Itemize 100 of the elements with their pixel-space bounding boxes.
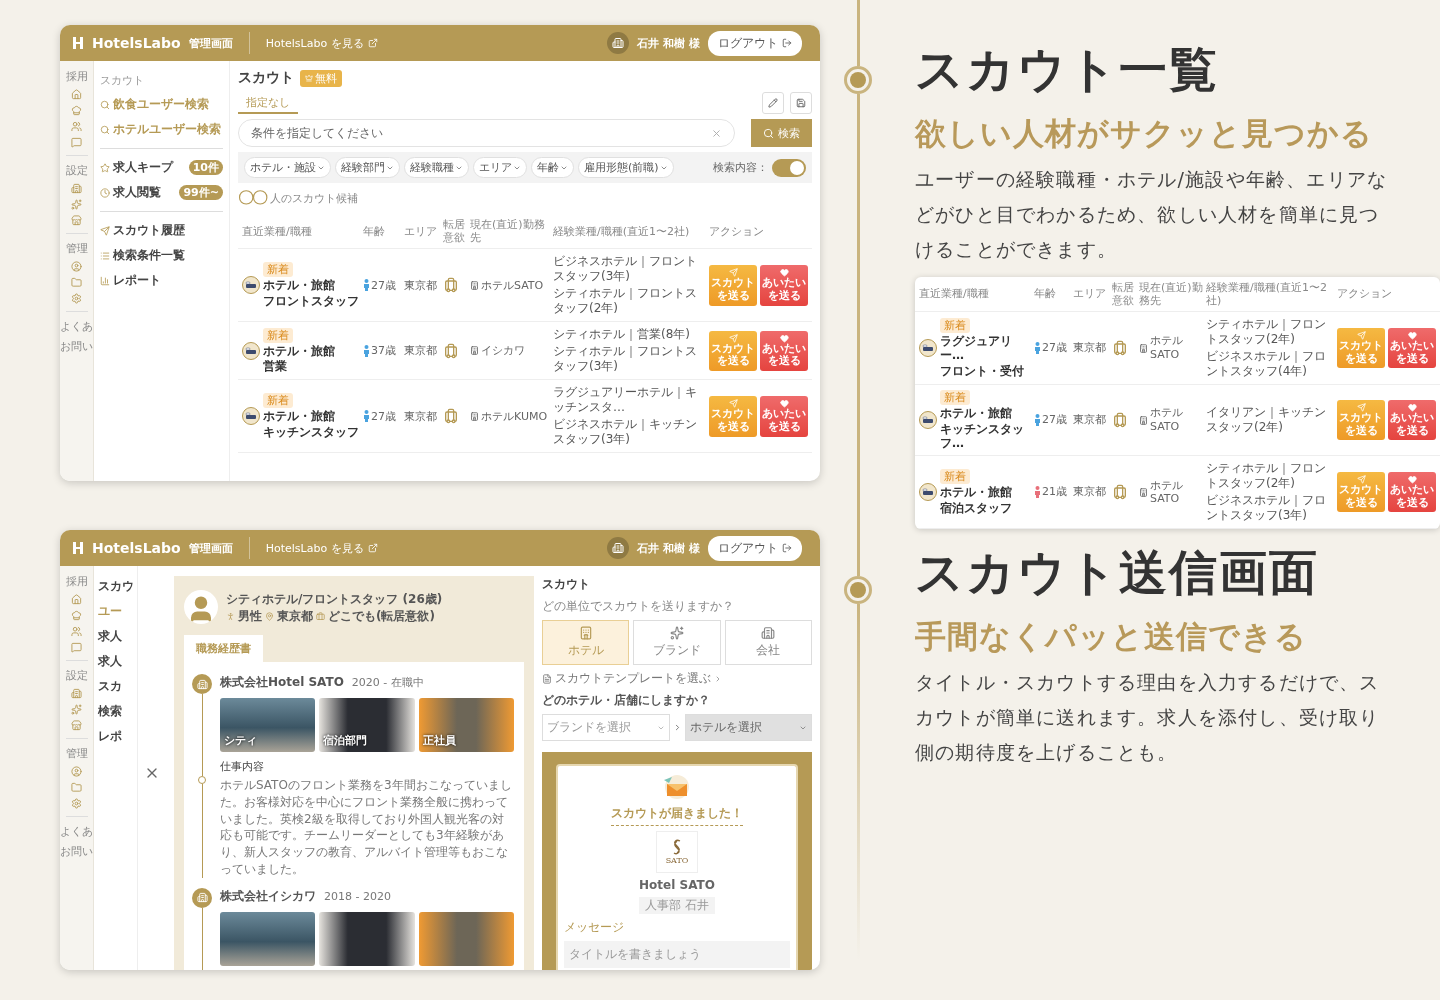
rail-link[interactable]: よくあ: [60, 824, 93, 839]
filter-dropdown[interactable]: 経験職種: [404, 157, 469, 178]
column-header: 経験業種/職種(直近1〜2社): [553, 224, 691, 238]
folder-icon[interactable]: [71, 782, 82, 793]
sidebar-item[interactable]: 求人: [98, 628, 133, 645]
employer-text: ホテルSATO: [1150, 406, 1184, 434]
users-icon[interactable]: [71, 121, 82, 132]
save-button[interactable]: [790, 92, 812, 114]
logout-button[interactable]: ログアウト: [708, 535, 802, 561]
scout-button[interactable]: スカウト を送る: [1337, 400, 1385, 441]
rail-link[interactable]: お問い: [60, 844, 93, 859]
list-icon: [100, 250, 110, 261]
column-header: 直近業種/職種: [242, 224, 313, 238]
avatar-silhouette: [184, 589, 218, 624]
bed-icon: [242, 407, 260, 426]
logo-icon: [72, 36, 84, 50]
settings-icon[interactable]: [71, 798, 82, 809]
sidebar-item[interactable]: 求人閲覧 99件~: [100, 184, 223, 201]
sidebar-item[interactable]: ユー: [98, 603, 133, 620]
sidebar-item[interactable]: 検索条件一覧: [100, 247, 223, 264]
new-tag: 新着: [263, 393, 293, 409]
sidebar-item[interactable]: スカウト履歴: [100, 222, 223, 239]
chat-icon[interactable]: [71, 642, 82, 653]
rail-label: 管理: [65, 241, 88, 256]
column-header: 現在(直近)勤務先: [470, 218, 546, 245]
meet-button[interactable]: あいたい を送る: [760, 396, 808, 437]
building-icon[interactable]: [71, 688, 82, 699]
site-link[interactable]: HotelsLabo を見る: [265, 35, 378, 51]
meet-button[interactable]: あいたい を送る: [1388, 400, 1436, 441]
rail-link[interactable]: よくあ: [60, 319, 93, 334]
search-button[interactable]: 検索: [751, 119, 812, 147]
settings-icon[interactable]: [71, 293, 82, 304]
meet-button[interactable]: あいたい を送る: [760, 265, 808, 306]
scout-button[interactable]: スカウト を送る: [709, 330, 757, 371]
unit-option[interactable]: ホテル: [542, 620, 630, 665]
section-description: タイトル・スカウトする理由を入力するだけで、スカウトが簡単に送れます。求人を添付し、受け取り側の期待度を上げることも。: [915, 669, 1381, 765]
users-icon[interactable]: [71, 626, 82, 637]
chef-hat-icon[interactable]: [71, 105, 82, 116]
chat-icon[interactable]: [71, 137, 82, 148]
hotel-icon: [578, 626, 593, 640]
sidebar-item[interactable]: スカウ: [98, 578, 133, 595]
template-link[interactable]: スカウトテンプレートを選ぶ: [542, 670, 812, 687]
sidebar-item[interactable]: 飲食ユーザー検索: [100, 96, 223, 113]
sidebar-item[interactable]: 求人: [98, 653, 133, 670]
sidebar-item[interactable]: ホテルユーザー検索: [100, 121, 223, 138]
building-icon: [470, 280, 479, 290]
unit-option[interactable]: 会社: [724, 620, 812, 665]
photo-caption: シティ: [224, 733, 257, 748]
rail-link[interactable]: お問い: [60, 339, 93, 354]
user-icon[interactable]: [71, 261, 82, 272]
paper-plane-icon: [1356, 403, 1366, 413]
sidebar-item[interactable]: レポ: [98, 728, 133, 745]
sidebar-item[interactable]: 求人キープ 10件: [100, 159, 223, 176]
user-icon[interactable]: [71, 766, 82, 777]
experience-text: シティホテル｜営業(8年): [553, 327, 691, 343]
scout-button[interactable]: スカウト を送る: [709, 265, 757, 306]
suitcase-icon: [1112, 484, 1128, 501]
tab[interactable]: 職務経歴書: [184, 635, 263, 662]
filter-dropdown[interactable]: エリア: [473, 157, 527, 178]
filter-dropdown[interactable]: 経験部門: [335, 157, 400, 178]
meet-button[interactable]: あいたい を送る: [760, 330, 808, 371]
brand-select[interactable]: ブランドを選択: [542, 714, 670, 741]
question-text: どのホテル・店舗にしますか？: [542, 692, 711, 709]
logout-button[interactable]: ログアウト: [708, 30, 802, 56]
meet-button[interactable]: あいたい を送る: [1388, 328, 1436, 369]
scout-button[interactable]: スカウト を送る: [709, 396, 757, 437]
paper-plane-icon: [728, 399, 738, 409]
tab[interactable]: 指定なし: [238, 92, 298, 114]
site-link[interactable]: HotelsLabo を見る: [265, 540, 378, 556]
home-icon[interactable]: [71, 594, 82, 605]
paper-plane-icon: [728, 268, 738, 278]
heart-icon: [1407, 331, 1417, 340]
filter-dropdown[interactable]: 雇用形態(前職): [578, 157, 674, 178]
question-text: どの単位でスカウトを送りますか？: [542, 598, 735, 615]
sparkles-icon[interactable]: [71, 704, 82, 715]
filter-dropdown[interactable]: 年齢: [531, 157, 574, 178]
store-icon[interactable]: [71, 215, 82, 226]
paper-plane-icon: [1356, 331, 1366, 340]
building-icon[interactable]: [71, 183, 82, 194]
unit-option[interactable]: ブランド: [633, 620, 721, 665]
home-icon[interactable]: [71, 89, 82, 100]
photo-caption: 正社員: [422, 733, 456, 748]
sparkles-icon[interactable]: [71, 199, 82, 210]
heart-icon: [779, 399, 789, 409]
scout-button[interactable]: スカウト を送る: [1337, 328, 1385, 369]
clear-icon[interactable]: [711, 127, 722, 139]
sidebar-item[interactable]: スカ: [98, 678, 133, 695]
sidebar-item[interactable]: 検索: [98, 703, 133, 720]
brand-subtitle: 管理画面: [188, 35, 233, 51]
filter-dropdown[interactable]: ホテル・施設: [244, 157, 331, 178]
age-text: 37歳: [371, 344, 396, 358]
toggle-switch[interactable]: [772, 158, 806, 177]
sidebar-item[interactable]: レポート: [100, 272, 223, 289]
meet-button[interactable]: あいたい を送る: [1388, 472, 1436, 513]
folder-icon[interactable]: [71, 277, 82, 288]
edit-button[interactable]: [762, 92, 784, 114]
scout-button[interactable]: スカウト を送る: [1337, 472, 1385, 513]
message-field[interactable]: タイトルを書きましょう: [564, 941, 790, 968]
store-icon[interactable]: [71, 720, 82, 731]
chef-hat-icon[interactable]: [71, 610, 82, 621]
